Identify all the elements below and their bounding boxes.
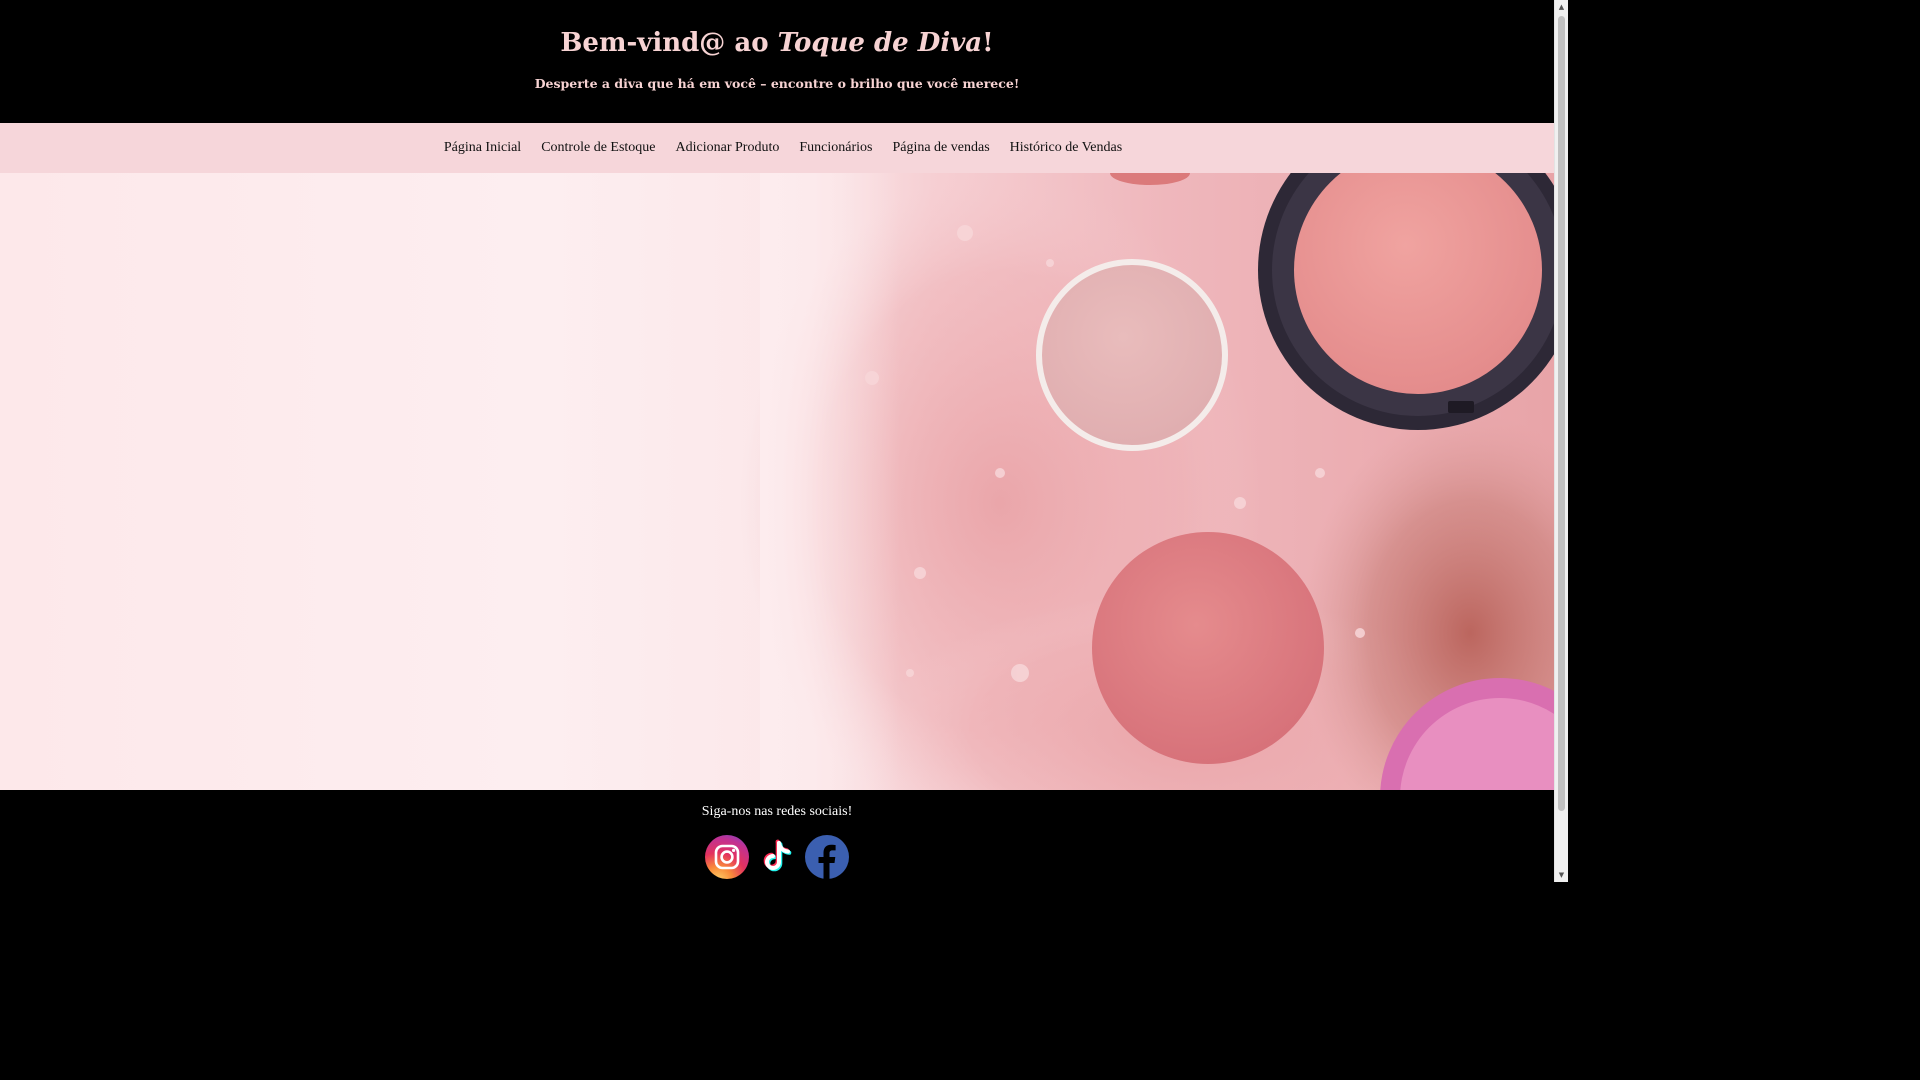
scroll-thumb[interactable] xyxy=(1558,16,1565,811)
brand-name: Toque de Diva xyxy=(777,28,983,58)
nav-link-stock-control[interactable]: Controle de Estoque xyxy=(541,140,655,156)
social-links xyxy=(0,835,1554,881)
page: Bem-vind@ ao Toque de Diva! Desperte a d… xyxy=(0,0,1554,882)
title-prefix: Bem-vind@ ao xyxy=(560,28,778,58)
footer-text: Siga-nos nas redes sociais! xyxy=(701,804,853,819)
nude-blush-pan xyxy=(1042,265,1222,445)
nav-link-home[interactable]: Página Inicial xyxy=(444,140,521,156)
title-suffix: ! xyxy=(982,28,994,58)
tiktok-icon[interactable] xyxy=(755,835,799,879)
nav-link-sales-page[interactable]: Página de vendas xyxy=(892,140,989,156)
nav-link-sales-history[interactable]: Histórico de Vendas xyxy=(1010,140,1123,156)
instagram-icon[interactable] xyxy=(705,835,749,879)
nav-link-employees[interactable]: Funcionários xyxy=(799,140,872,156)
facebook-icon[interactable] xyxy=(805,835,849,879)
makeup-hero-image xyxy=(740,173,1554,790)
site-footer: Siga-nos nas redes sociais! xyxy=(0,790,1554,882)
vertical-scrollbar[interactable]: ▲ ▼ xyxy=(1554,0,1568,882)
scroll-up-arrow-icon[interactable]: ▲ xyxy=(1555,0,1568,14)
scroll-down-arrow-icon[interactable]: ▼ xyxy=(1555,868,1568,882)
main-nav: Página Inicial Controle de Estoque Adici… xyxy=(0,123,1554,173)
page-title: Bem-vind@ ao Toque de Diva! xyxy=(0,28,1554,58)
pink-blush-pan xyxy=(1092,532,1324,764)
hero-fade xyxy=(760,173,900,790)
site-header: Bem-vind@ ao Toque de Diva! Desperte a d… xyxy=(0,0,1554,123)
tagline: Desperte a diva que há em você – encontr… xyxy=(534,76,1020,91)
nav-link-add-product[interactable]: Adicionar Produto xyxy=(676,140,780,156)
hero-banner xyxy=(0,173,1554,790)
